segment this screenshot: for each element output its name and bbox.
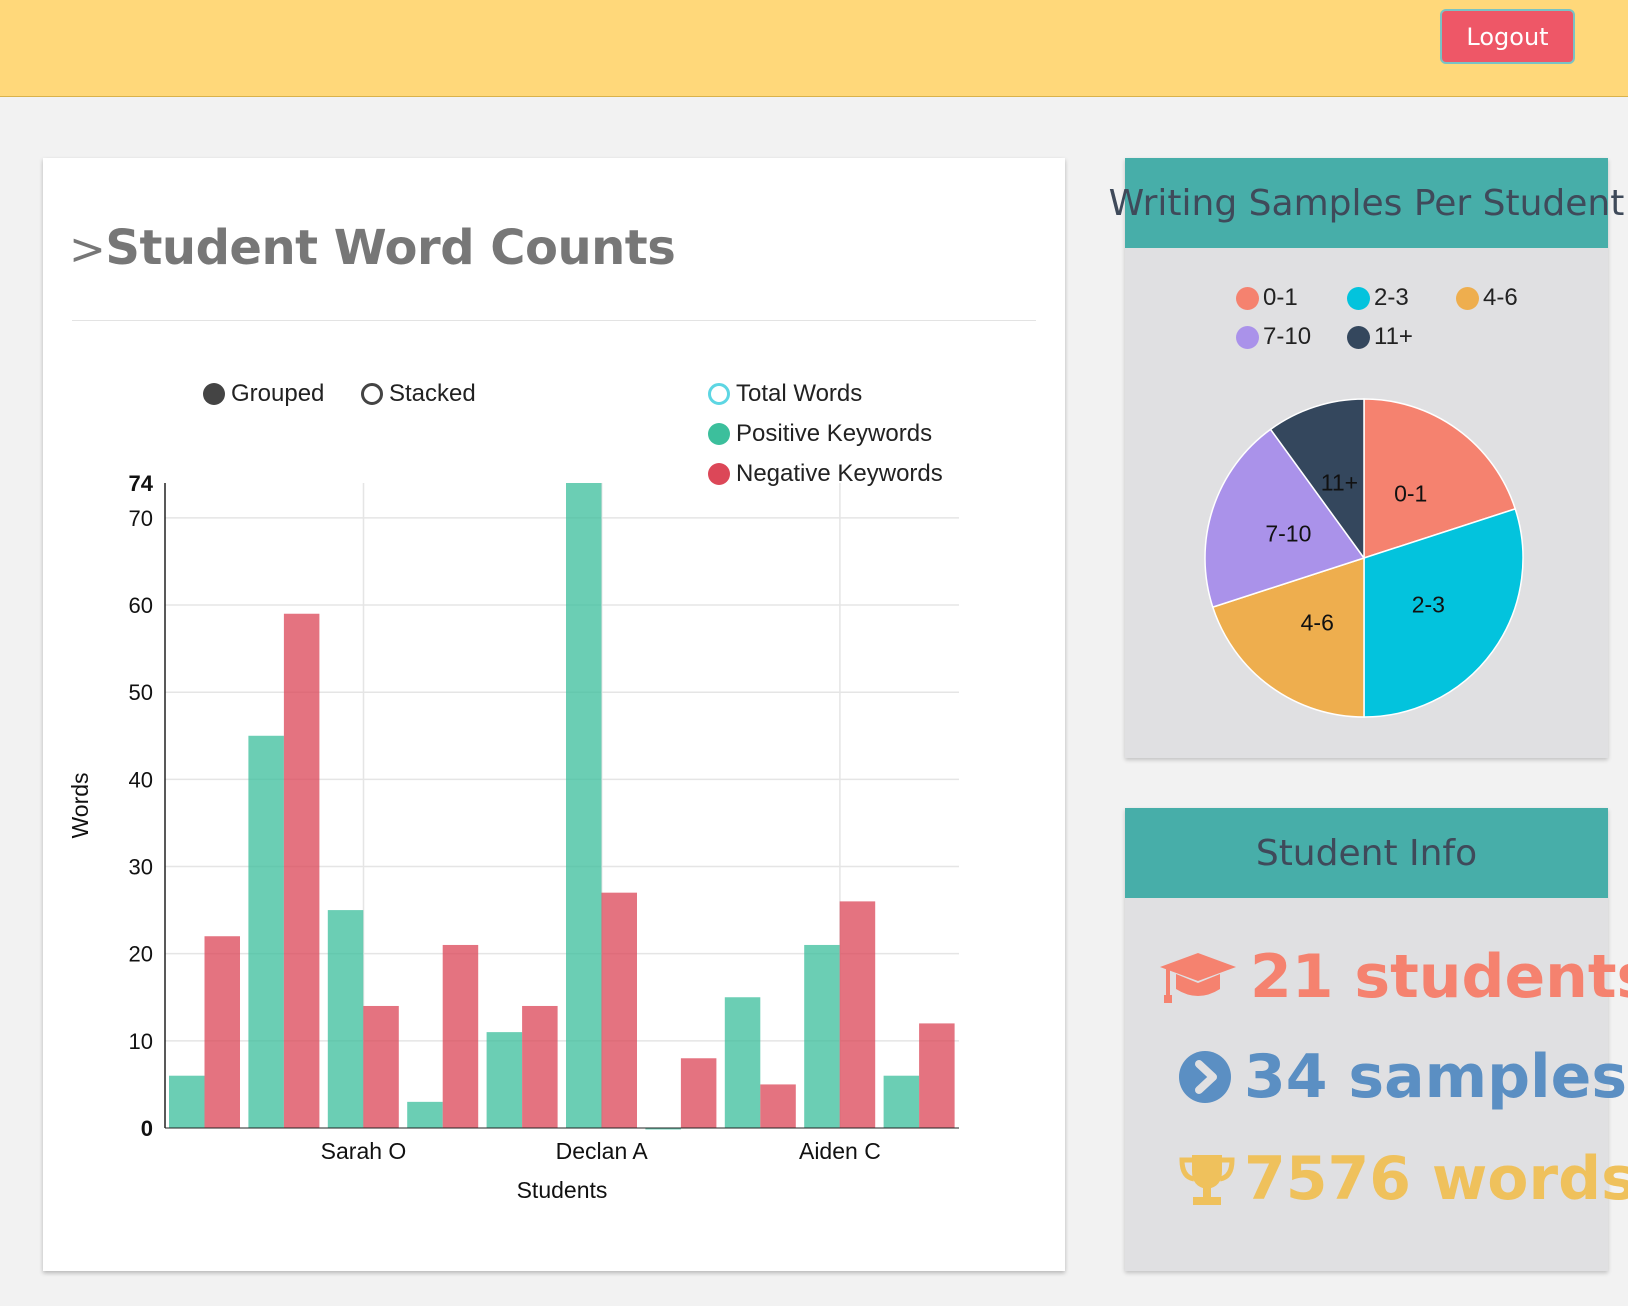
trophy-icon xyxy=(1179,1155,1235,1205)
pie-slice-label: 11+ xyxy=(1321,469,1358,495)
y-tick-label: 60 xyxy=(129,593,153,618)
bar-negative-keywords[interactable] xyxy=(522,1005,558,1128)
y-tick-label: 70 xyxy=(129,506,153,531)
pie-chart: 0-1 2-3 4-6 7-10 11+ xyxy=(1204,398,1524,718)
chevron-circle-right-icon xyxy=(1179,1051,1231,1103)
bar-positive-keywords[interactable] xyxy=(883,1075,920,1128)
words-stat: 7576 words xyxy=(1178,1144,1628,1214)
bar-positive-keywords[interactable] xyxy=(566,483,602,1128)
bar-positive-keywords[interactable] xyxy=(724,997,761,1128)
bar-negative-keywords[interactable] xyxy=(204,936,241,1128)
y-tick-label: 50 xyxy=(129,680,153,705)
bar-negative-keywords[interactable] xyxy=(363,1005,399,1128)
writing-samples-card: Writing Samples Per Student 0-1 2-3 4-6 7-1… xyxy=(1109,158,1624,758)
y-axis-title: Words xyxy=(67,772,93,838)
y-tick-label: 74 xyxy=(129,471,154,496)
bar-negative-keywords[interactable] xyxy=(283,613,320,1128)
bar-positive-keywords[interactable] xyxy=(407,1101,443,1128)
student-info-card: Student Info 21 students 34 samples 7576… xyxy=(1125,808,1628,1271)
bar-positive-keywords[interactable] xyxy=(486,1032,523,1128)
y-tick-label: 10 xyxy=(129,1029,153,1054)
bar-negative-keywords[interactable] xyxy=(442,944,479,1128)
bar-negative-keywords[interactable] xyxy=(760,1084,796,1128)
bar-positive-keywords[interactable] xyxy=(804,944,840,1128)
bar-negative-keywords[interactable] xyxy=(839,901,876,1128)
y-tick-label: 30 xyxy=(129,855,153,880)
students-stat: 21 students xyxy=(1158,942,1628,1012)
top-bar: Logout xyxy=(0,0,1628,97)
bar-negative-keywords[interactable] xyxy=(680,1058,717,1128)
samples-count: 34 samples xyxy=(1244,1042,1628,1112)
logout-button[interactable]: Logout xyxy=(1440,9,1575,64)
writing-samples-header: Writing Samples Per Student xyxy=(1109,158,1624,248)
samples-stat: 34 samples xyxy=(1178,1042,1627,1112)
x-tick-label: Aiden C xyxy=(799,1138,881,1164)
pie-slice-label: 2-3 xyxy=(1412,592,1445,618)
x-tick-label: Sarah O xyxy=(321,1138,407,1164)
bar-positive-keywords[interactable] xyxy=(327,910,364,1128)
y-tick-label: 40 xyxy=(129,767,153,792)
student-info-header: Student Info xyxy=(1125,808,1608,898)
pie-slice-label: 0-1 xyxy=(1394,481,1427,507)
word-counts-card: >Student Word Counts Grouped Stacked Tot… xyxy=(43,158,1065,1271)
y-tick-label: 20 xyxy=(129,942,153,967)
bar-chart: 0 10 20 30 40 50 60 70 74 Sarah O Declan A Aiden C S… xyxy=(67,471,959,1203)
students-count: 21 students xyxy=(1250,942,1628,1012)
bar-negative-keywords[interactable] xyxy=(919,1023,955,1128)
bar-positive-keywords[interactable] xyxy=(169,1075,205,1128)
x-tick-label: Declan A xyxy=(556,1138,649,1164)
bar-negative-keywords[interactable] xyxy=(601,892,638,1128)
y-tick-label: 0 xyxy=(141,1116,153,1141)
bar-positive-keywords[interactable] xyxy=(248,735,284,1128)
pie-slice-label: 7-10 xyxy=(1265,520,1311,546)
x-axis-title: Students xyxy=(517,1177,608,1203)
words-count: 7576 words xyxy=(1244,1144,1628,1214)
graduation-cap-icon xyxy=(1160,953,1236,1003)
pie-slice-label: 4-6 xyxy=(1301,609,1334,635)
